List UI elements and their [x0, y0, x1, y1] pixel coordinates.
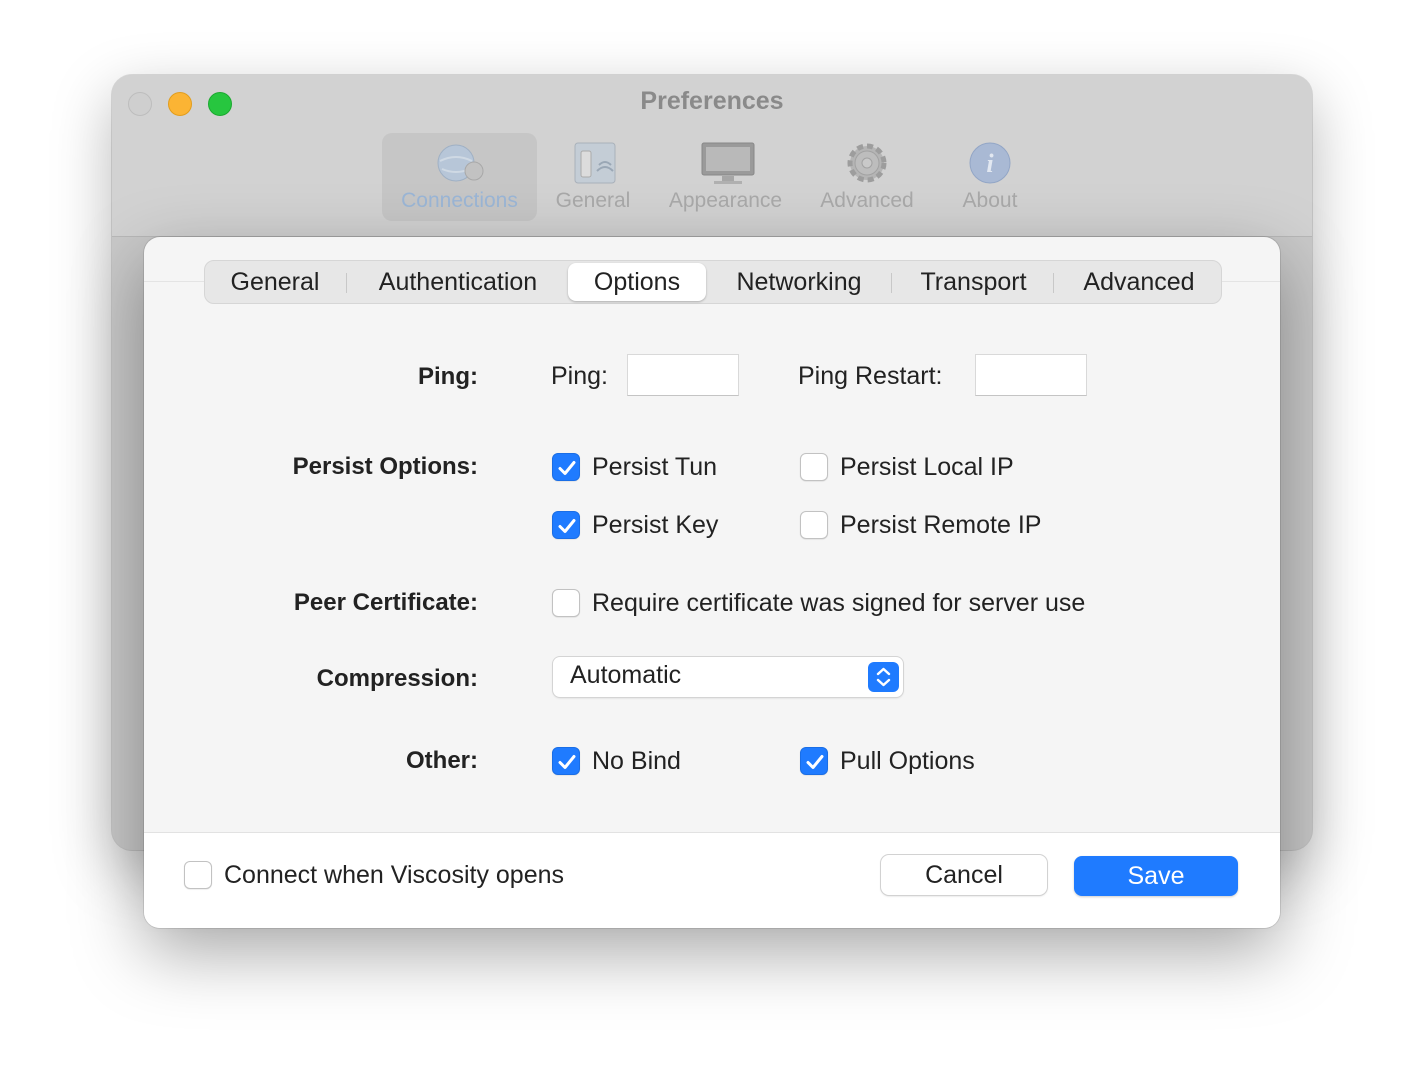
- tab-general[interactable]: General: [205, 261, 345, 303]
- no-bind-label: No Bind: [592, 747, 681, 775]
- pull-options-label: Pull Options: [840, 747, 975, 775]
- persist-remote-ip-label: Persist Remote IP: [840, 511, 1042, 539]
- persist-options-label: Persist Options:: [292, 453, 478, 480]
- checkmark-icon: [558, 755, 576, 769]
- toolbar-item-connections[interactable]: Connections: [382, 133, 537, 221]
- appearance-monitor-icon: [700, 141, 754, 185]
- toolbar-item-label: About: [962, 189, 1018, 212]
- connect-on-open-checkbox[interactable]: [184, 861, 212, 889]
- other-label: Other:: [406, 747, 478, 774]
- ping-restart-input[interactable]: [975, 354, 1087, 396]
- tab-advanced[interactable]: Advanced: [1057, 261, 1221, 303]
- persist-local-ip-checkbox[interactable]: [800, 453, 828, 481]
- svg-text:i: i: [986, 149, 994, 178]
- toolbar-item-about[interactable]: i About: [940, 133, 1040, 221]
- ping-section-label: Ping:: [418, 363, 478, 390]
- persist-key-label: Persist Key: [592, 511, 719, 539]
- window-title: Preferences: [640, 87, 784, 115]
- toolbar-item-label: General: [555, 189, 631, 212]
- compression-label: Compression:: [316, 665, 478, 692]
- toolbar-item-label: Advanced: [820, 189, 914, 212]
- connect-on-open-label: Connect when Viscosity opens: [224, 861, 565, 889]
- tab-networking[interactable]: Networking: [711, 261, 887, 303]
- no-bind-checkbox[interactable]: [552, 747, 580, 775]
- about-info-icon: i: [964, 141, 1016, 185]
- persist-tun-checkbox[interactable]: [552, 453, 580, 481]
- toolbar-item-advanced[interactable]: Advanced: [812, 133, 922, 221]
- checkmark-icon: [806, 755, 824, 769]
- ping-label: Ping:: [551, 362, 608, 390]
- tab-options[interactable]: Options: [568, 263, 706, 301]
- peer-certificate-label: Peer Certificate:: [293, 589, 478, 616]
- advanced-gear-icon: [841, 141, 893, 185]
- connection-options-sheet: General Authentication Options Networkin…: [144, 237, 1280, 928]
- chevron-up-down-icon: [868, 662, 899, 692]
- tab-transport[interactable]: Transport: [895, 261, 1052, 303]
- persist-remote-ip-checkbox[interactable]: [800, 511, 828, 539]
- persist-key-checkbox[interactable]: [552, 511, 580, 539]
- checkmark-icon: [558, 519, 576, 533]
- persist-local-ip-label: Persist Local IP: [840, 453, 1014, 481]
- cancel-button[interactable]: Cancel: [881, 855, 1047, 895]
- toolbar-item-appearance[interactable]: Appearance: [658, 133, 793, 221]
- ping-input[interactable]: [627, 354, 739, 396]
- checkmark-icon: [558, 461, 576, 475]
- toolbar-item-general[interactable]: General: [548, 133, 638, 221]
- tab-separator: [1053, 273, 1054, 293]
- compression-select[interactable]: Automatic: [553, 657, 903, 697]
- toolbar-item-label: Appearance: [668, 189, 783, 212]
- tab-bar: General Authentication Options Networkin…: [204, 260, 1222, 304]
- ping-restart-label: Ping Restart:: [798, 362, 943, 390]
- require-server-cert-checkbox[interactable]: [552, 589, 580, 617]
- persist-tun-label: Persist Tun: [592, 453, 718, 481]
- require-server-cert-label: Require certificate was signed for serve…: [592, 589, 1086, 617]
- compression-select-value: Automatic: [570, 661, 682, 689]
- general-switch-icon: [567, 141, 619, 185]
- save-button[interactable]: Save: [1074, 856, 1238, 896]
- connections-globe-icon: [434, 141, 486, 185]
- pull-options-checkbox[interactable]: [800, 747, 828, 775]
- tab-separator: [891, 273, 892, 293]
- tab-authentication[interactable]: Authentication: [349, 261, 567, 303]
- toolbar-item-label: Connections: [401, 189, 518, 212]
- tab-separator: [346, 273, 347, 293]
- titlebar: Preferences Connections General Appearan…: [112, 75, 1312, 237]
